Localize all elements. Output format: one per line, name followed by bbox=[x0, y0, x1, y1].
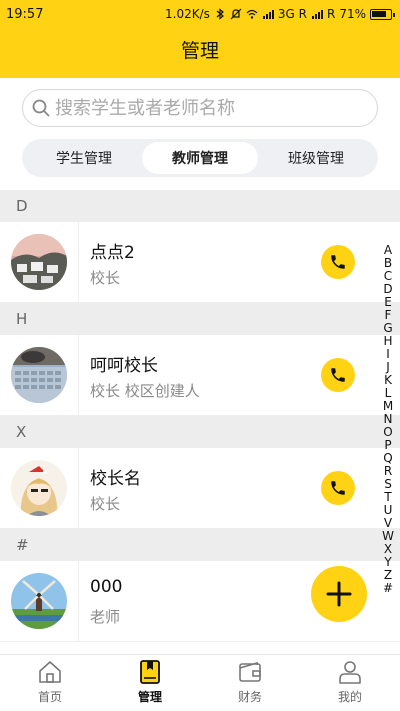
contact-name: 000 bbox=[90, 577, 123, 597]
list-item[interactable]: 点点2 校长 bbox=[0, 222, 400, 303]
section-header-h: H bbox=[0, 303, 400, 335]
row-divider bbox=[78, 222, 79, 302]
contact-role: 校长 校区创建人 bbox=[90, 382, 200, 400]
bluetooth-icon bbox=[216, 8, 224, 20]
tab-students[interactable]: 学生管理 bbox=[26, 142, 142, 174]
user-icon bbox=[339, 661, 361, 684]
index-letter[interactable]: # bbox=[383, 582, 393, 595]
add-button[interactable] bbox=[311, 566, 367, 622]
signal-icon-2 bbox=[311, 10, 323, 19]
search-input[interactable] bbox=[55, 97, 377, 119]
contact-name: 校长名 bbox=[90, 469, 141, 489]
wallet-icon bbox=[239, 661, 261, 682]
contact-role: 老师 bbox=[90, 608, 121, 626]
nav-mine-label: 我的 bbox=[337, 690, 362, 704]
plus-icon bbox=[326, 581, 352, 607]
section-header-hash: # bbox=[0, 529, 400, 561]
nav-manage[interactable]: 管理 bbox=[100, 655, 200, 711]
status-battery-text: 71% bbox=[339, 7, 366, 21]
contact-name: 点点2 bbox=[90, 243, 135, 263]
section-header-x: X bbox=[0, 416, 400, 448]
row-divider bbox=[78, 335, 79, 415]
mute-icon bbox=[230, 8, 242, 20]
call-button[interactable] bbox=[321, 245, 355, 279]
section-header-d: D bbox=[0, 190, 400, 222]
contact-role: 校长 bbox=[90, 269, 121, 287]
home-icon bbox=[39, 661, 61, 683]
call-button[interactable] bbox=[321, 471, 355, 505]
status-speed: 1.02K/s bbox=[165, 7, 210, 21]
wifi-icon bbox=[246, 9, 258, 19]
nav-finance-label: 财务 bbox=[237, 690, 262, 704]
phone-icon bbox=[331, 255, 345, 269]
avatar bbox=[11, 234, 67, 290]
contact-name: 呵呵校长 bbox=[90, 356, 158, 376]
manage-icon bbox=[140, 660, 160, 684]
status-network: 3G R bbox=[277, 7, 307, 21]
page-title: 管理 bbox=[180, 40, 219, 62]
list-item[interactable]: 呵呵校长 校长 校区创建人 bbox=[0, 335, 400, 416]
status-roaming: R bbox=[326, 7, 336, 21]
signal-icon bbox=[262, 10, 274, 19]
top-bar: 19:57 1.02K/s 3G R R 71% 管理 bbox=[0, 0, 400, 78]
nav-finance[interactable]: 财务 bbox=[200, 655, 300, 711]
row-divider bbox=[78, 561, 79, 641]
avatar bbox=[11, 573, 67, 629]
nav-mine[interactable]: 我的 bbox=[300, 655, 400, 711]
segment-tabs: 学生管理 教师管理 班级管理 bbox=[22, 139, 378, 177]
phone-icon bbox=[331, 368, 345, 382]
bottom-nav: 首页 管理 财务 我的 bbox=[0, 654, 400, 711]
tab-classes[interactable]: 班级管理 bbox=[258, 142, 374, 174]
contact-role: 校长 bbox=[90, 495, 121, 513]
phone-icon bbox=[331, 481, 345, 495]
search-bar[interactable] bbox=[22, 89, 378, 127]
avatar bbox=[11, 460, 67, 516]
nav-home[interactable]: 首页 bbox=[0, 655, 100, 711]
list-item[interactable]: 校长名 校长 bbox=[0, 448, 400, 529]
nav-manage-label: 管理 bbox=[137, 690, 162, 704]
battery-icon bbox=[370, 8, 395, 20]
tab-teachers[interactable]: 教师管理 bbox=[142, 142, 258, 174]
alphabet-index[interactable]: A B C D E F G H I J K L M N O P Q R S T U V W X Y Z # bbox=[382, 244, 394, 595]
avatar bbox=[11, 347, 67, 403]
row-divider bbox=[78, 448, 79, 528]
status-bar: 19:57 1.02K/s 3G R R 71% bbox=[0, 0, 400, 28]
status-right: 1.02K/s 3G R R 71% bbox=[165, 7, 395, 21]
call-button[interactable] bbox=[321, 358, 355, 392]
status-time: 19:57 bbox=[6, 7, 44, 22]
nav-home-label: 首页 bbox=[37, 690, 62, 704]
search-icon bbox=[32, 99, 50, 117]
